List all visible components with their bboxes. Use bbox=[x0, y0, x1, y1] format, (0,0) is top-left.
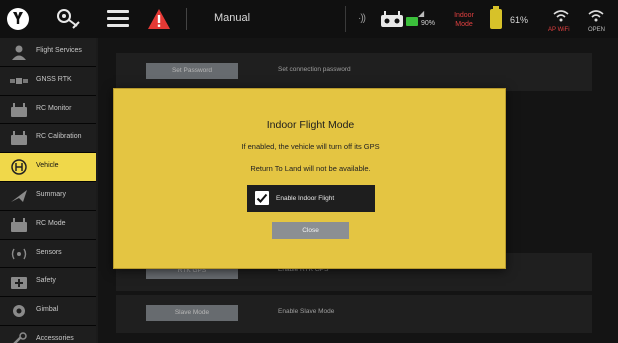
sidebar-item-label: Vehicle bbox=[36, 162, 59, 170]
divider bbox=[186, 8, 187, 30]
sidebar-item-label: Sensors bbox=[36, 248, 62, 256]
wifi-open-label: OPEN bbox=[588, 27, 606, 33]
battery-percent: 61% bbox=[510, 15, 529, 25]
rc-battery-percent: 90% bbox=[421, 20, 436, 27]
sidebar-item-flight-services[interactable]: Flight Services bbox=[0, 38, 96, 67]
menu-icon[interactable] bbox=[107, 10, 129, 28]
divider bbox=[345, 6, 346, 32]
wifi-icon[interactable] bbox=[588, 10, 604, 22]
sidebar-item-label: Safety bbox=[36, 277, 56, 285]
indoor-flight-dialog: Indoor Flight Mode If enabled, the vehic… bbox=[113, 88, 506, 269]
satellite-icon bbox=[10, 77, 28, 84]
rc-icon bbox=[11, 217, 27, 232]
plane-icon bbox=[11, 190, 27, 202]
enable-indoor-flight-checkbox[interactable]: Enable Indoor Flight bbox=[247, 185, 375, 212]
sidebar-item-accessories[interactable]: Accessories bbox=[0, 326, 96, 343]
sidebar-item-label: RC Monitor bbox=[36, 104, 72, 112]
sidebar-item-gnss-rtk[interactable]: GNSS RTK bbox=[0, 66, 96, 96]
rc-signal-icon: ◢ bbox=[418, 9, 425, 18]
sidebar-item-label: Summary bbox=[36, 191, 66, 198]
close-button[interactable]: Close bbox=[272, 222, 349, 239]
person-icon bbox=[12, 45, 26, 60]
flight-mode-selector[interactable]: Manual bbox=[214, 12, 250, 24]
sidebar-item-rc-mode[interactable]: RC Mode bbox=[0, 210, 96, 240]
dialog-message: If enabled, the vehicle will turn off it… bbox=[241, 142, 380, 151]
sidebar-item-rc-monitor[interactable]: RC Monitor bbox=[0, 95, 96, 125]
vehicle-icon[interactable] bbox=[55, 6, 81, 32]
sidebar-item-label: GNSS RTK bbox=[36, 75, 72, 83]
warning-icon[interactable] bbox=[147, 8, 171, 30]
sidebar-item-vehicle[interactable]: Vehicle bbox=[0, 153, 96, 182]
checkbox-checked-icon[interactable] bbox=[255, 191, 269, 205]
signal-icon bbox=[11, 248, 27, 259]
gear-icon bbox=[13, 305, 25, 318]
sidebar-item-label: Flight Services bbox=[36, 47, 82, 54]
signal-icon: ·)) bbox=[358, 13, 366, 24]
top-toolbar: Manual ·)) ◢ 90% Indoor Mode 61% AP WiFi… bbox=[0, 0, 618, 38]
sidebar-item-rc-calibration[interactable]: RC Calibration bbox=[0, 124, 96, 154]
rc-icon bbox=[11, 102, 27, 117]
battery-icon[interactable] bbox=[490, 6, 502, 29]
indoor-mode-indicator[interactable]: Indoor Mode bbox=[446, 11, 482, 29]
sidebar-item-label: Accessories bbox=[36, 335, 74, 342]
sidebar-item-summary[interactable]: Summary bbox=[0, 182, 96, 211]
rc-icon bbox=[11, 131, 27, 146]
rc-icon[interactable] bbox=[380, 10, 404, 28]
checkbox-label: Enable Indoor Flight bbox=[276, 195, 335, 202]
plus-icon bbox=[11, 277, 27, 290]
ap-wifi-label: AP WiFi bbox=[548, 27, 570, 33]
wifi-icon[interactable] bbox=[553, 10, 569, 22]
sidebar-item-gimbal[interactable]: Gimbal bbox=[0, 297, 96, 326]
sidebar-item-sensors[interactable]: Sensors bbox=[0, 239, 96, 269]
rc-battery-icon bbox=[406, 17, 418, 26]
drone-icon bbox=[11, 159, 27, 175]
dialog-title: Indoor Flight Mode bbox=[266, 119, 355, 131]
sidebar-item-label: RC Mode bbox=[36, 219, 66, 227]
dialog-message: Return To Land will not be available. bbox=[250, 164, 371, 173]
sidebar-item-label: RC Calibration bbox=[36, 133, 82, 141]
sidebar-item-label: Gimbal bbox=[36, 306, 59, 314]
settings-sidebar: Flight Services GNSS RTK RC Monitor RC C… bbox=[0, 38, 96, 343]
wrench-icon bbox=[13, 332, 27, 343]
logo-icon[interactable] bbox=[7, 8, 29, 30]
sidebar-item-safety[interactable]: Safety bbox=[0, 268, 96, 298]
